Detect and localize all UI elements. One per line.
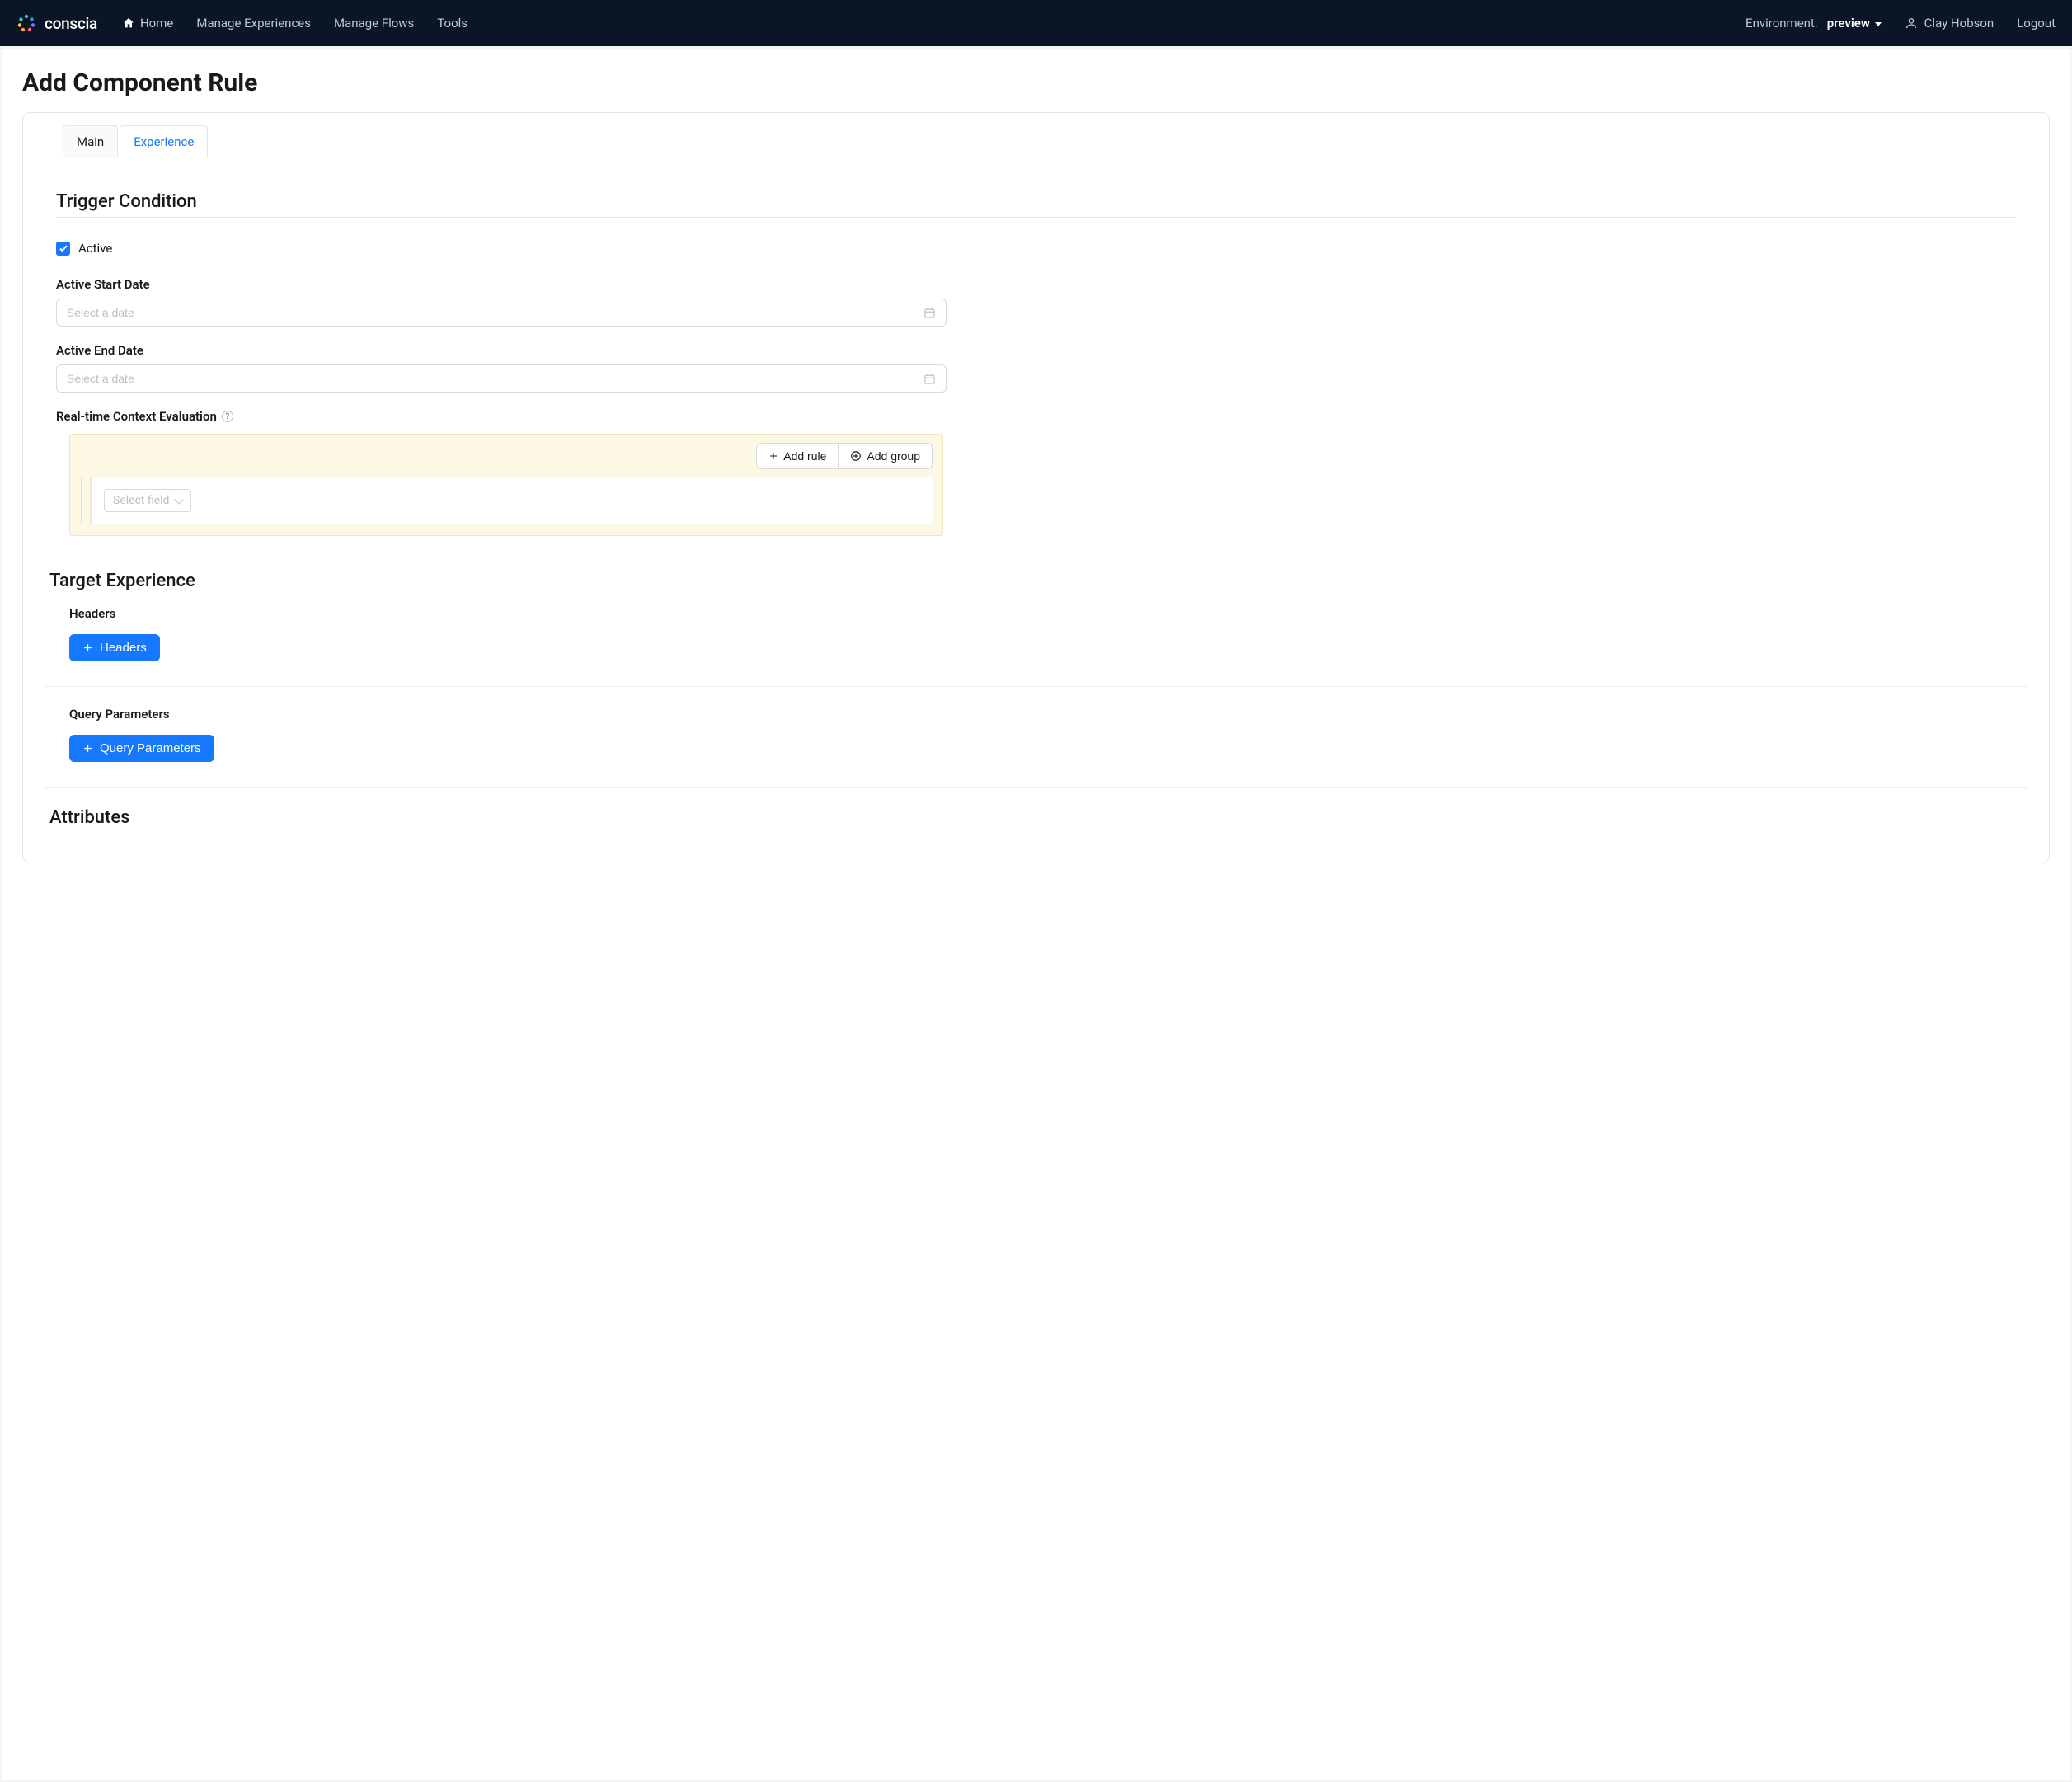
plus-circle-icon [850, 450, 862, 462]
divider [44, 686, 2028, 687]
nav-logout[interactable]: Logout [2017, 16, 2056, 31]
plus-icon [82, 642, 93, 653]
active-label: Active [78, 241, 112, 256]
select-field-dropdown[interactable]: Select field [104, 489, 191, 512]
start-date-label: Active Start Date [56, 277, 2016, 292]
query-builder: Add rule Add group Select field [69, 434, 943, 536]
top-navbar: conscia Home Manage Experiences Manage F… [0, 0, 2072, 46]
plus-icon [768, 451, 778, 461]
start-date-input[interactable] [56, 299, 947, 327]
trigger-condition-title: Trigger Condition [56, 191, 2016, 218]
nav-manage-experiences[interactable]: Manage Experiences [196, 16, 311, 31]
query-params-section: Query Parameters Query Parameters [56, 707, 2016, 772]
context-eval-text: Real-time Context Evaluation [56, 409, 217, 424]
end-date-input[interactable] [56, 364, 947, 393]
nav-user-name: Clay Hobson [1924, 16, 1994, 31]
nav-right: Environment: preview Clay Hobson Logout [1745, 16, 2056, 31]
environment-label: Environment: [1745, 16, 1817, 31]
headers-label: Headers [69, 606, 2016, 621]
attributes-title: Attributes [49, 807, 2016, 828]
page-title: Add Component Rule [22, 68, 2050, 97]
nav-manage-flows-label: Manage Flows [334, 16, 414, 31]
add-headers-button[interactable]: Headers [69, 634, 160, 661]
tabs: Main Experience [23, 113, 2049, 158]
nav-home-label: Home [140, 16, 173, 31]
rule-row: Select field [90, 477, 933, 524]
brand-text: conscia [45, 14, 97, 33]
plus-icon [82, 743, 93, 754]
start-date-field[interactable] [67, 306, 923, 319]
select-field-placeholder: Select field [113, 494, 169, 507]
form-card: Main Experience Trigger Condition Active… [22, 112, 2050, 863]
calendar-icon [923, 373, 936, 385]
nav-tools-label: Tools [437, 16, 467, 31]
query-builder-buttons: Add rule Add group [756, 443, 933, 469]
nav-tools[interactable]: Tools [437, 16, 467, 31]
add-query-params-label: Query Parameters [100, 741, 201, 755]
caret-down-icon [1875, 22, 1882, 26]
nav-home[interactable]: Home [122, 16, 173, 31]
nav-user[interactable]: Clay Hobson [1905, 16, 1994, 31]
tab-main-label: Main [77, 134, 104, 149]
environment-selector[interactable]: Environment: preview [1745, 16, 1882, 31]
tab-main[interactable]: Main [63, 125, 118, 158]
end-date-label: Active End Date [56, 343, 2016, 358]
tab-experience[interactable]: Experience [120, 125, 208, 158]
add-group-button[interactable]: Add group [839, 443, 933, 469]
add-rule-label: Add rule [783, 449, 826, 463]
active-checkbox-row[interactable]: Active [56, 241, 2016, 256]
help-icon[interactable]: ? [222, 411, 233, 422]
query-params-label: Query Parameters [69, 707, 2016, 722]
calendar-icon [923, 307, 936, 319]
conscia-logo-icon [16, 13, 36, 33]
nav-manage-flows[interactable]: Manage Flows [334, 16, 414, 31]
context-eval-label: Real-time Context Evaluation ? [56, 409, 2016, 424]
form-content: Trigger Condition Active Active Start Da… [23, 158, 2049, 863]
home-icon [122, 16, 135, 30]
nav-links: Home Manage Experiences Manage Flows Too… [122, 16, 1745, 31]
add-rule-button[interactable]: Add rule [756, 443, 839, 469]
query-builder-toolbar: Add rule Add group [82, 443, 933, 469]
target-experience-title: Target Experience [49, 571, 2016, 591]
nav-manage-experiences-label: Manage Experiences [196, 16, 311, 31]
active-checkbox[interactable] [56, 242, 70, 256]
brand-logo[interactable]: conscia [16, 13, 97, 33]
add-headers-label: Headers [100, 641, 147, 655]
nav-logout-label: Logout [2017, 16, 2056, 31]
end-date-field[interactable] [67, 372, 923, 385]
add-query-params-button[interactable]: Query Parameters [69, 735, 214, 762]
add-group-label: Add group [867, 449, 920, 463]
check-icon [59, 243, 68, 253]
user-icon [1905, 16, 1918, 30]
divider [44, 787, 2028, 788]
environment-value: preview [1827, 16, 1870, 31]
page: Add Component Rule Main Experience Trigg… [2, 49, 2070, 1780]
chevron-down-icon [175, 495, 184, 504]
tab-experience-label: Experience [134, 134, 194, 149]
headers-section: Headers Headers [56, 606, 2016, 671]
